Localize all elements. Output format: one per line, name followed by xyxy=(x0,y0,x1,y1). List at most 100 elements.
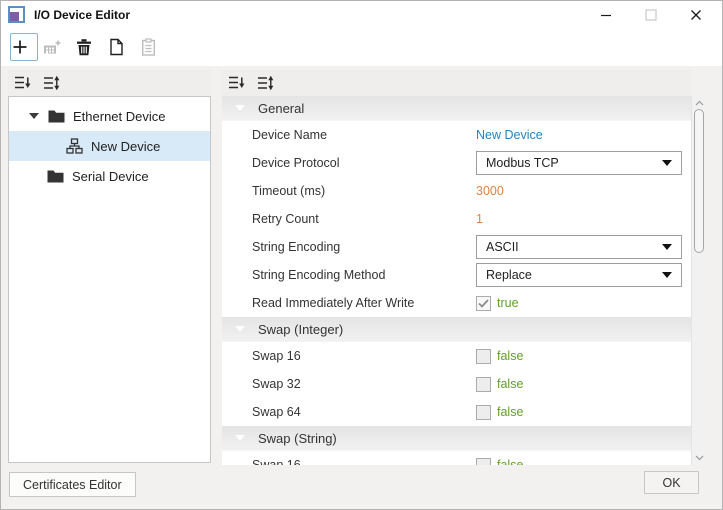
collapse-all-icon xyxy=(228,76,245,90)
property-row: Swap 16 false xyxy=(222,342,691,370)
dropdown-value: ASCII xyxy=(486,240,519,254)
section-title: Swap (Integer) xyxy=(258,321,344,337)
scroll-down-icon[interactable] xyxy=(692,451,707,465)
property-row: Timeout (ms) 3000 xyxy=(222,177,691,205)
paste-icon xyxy=(141,38,156,56)
expand-all-icon xyxy=(257,75,274,91)
collapse-all-icon xyxy=(14,76,31,90)
network-device-icon xyxy=(66,138,83,154)
tree-item-serial-device[interactable]: Serial Device xyxy=(9,161,210,191)
section-header-swap-string-[interactable]: Swap (String) xyxy=(222,426,691,451)
checkbox-value-label: false xyxy=(497,377,524,391)
section-header-general[interactable]: General xyxy=(222,96,691,121)
minimize-icon xyxy=(600,9,612,21)
plus-icon xyxy=(11,38,29,56)
tree-item-label: New Device xyxy=(91,138,161,154)
section-collapse-icon xyxy=(235,105,245,111)
chevron-down-icon xyxy=(662,160,672,166)
property-dropdown[interactable]: ASCII xyxy=(476,235,682,259)
expander-down-icon[interactable] xyxy=(29,113,39,119)
property-label: Timeout (ms) xyxy=(252,184,326,198)
property-row: Retry Count 1 xyxy=(222,205,691,233)
tree-item-label: Serial Device xyxy=(72,168,149,184)
ok-button[interactable]: OK xyxy=(644,471,699,494)
titlebar: I/O Device Editor xyxy=(1,1,722,28)
io-device-editor-window: I/O Device Editor Ethernet Device New Dev… xyxy=(0,0,723,510)
section-title: Swap (String) xyxy=(258,430,337,446)
certificates-editor-button[interactable]: Certificates Editor xyxy=(9,472,136,497)
property-label: Device Name xyxy=(252,128,328,142)
window-title: I/O Device Editor xyxy=(34,7,131,22)
property-label: Retry Count xyxy=(252,212,319,226)
delete-button[interactable] xyxy=(74,33,102,61)
property-checkbox[interactable] xyxy=(476,457,491,465)
checkbox-value-label: true xyxy=(497,296,519,310)
property-row: Swap 16 false xyxy=(222,451,691,465)
property-row: Read Immediately After Write true xyxy=(222,289,691,317)
maximize-button xyxy=(632,1,677,28)
property-row: String Encoding Method Replace xyxy=(222,261,691,289)
close-icon xyxy=(690,9,702,21)
chevron-down-icon xyxy=(662,244,672,250)
property-row: String Encoding ASCII xyxy=(222,233,691,261)
minimize-button[interactable] xyxy=(587,1,632,28)
property-value[interactable]: 3000 xyxy=(476,184,504,198)
scroll-up-icon[interactable] xyxy=(692,96,707,110)
tree-item-label: Ethernet Device xyxy=(73,108,166,124)
folder-icon xyxy=(48,110,65,123)
collapse-all-button[interactable] xyxy=(14,73,36,93)
property-checkbox[interactable] xyxy=(476,404,491,420)
property-checkbox[interactable] xyxy=(476,348,491,364)
property-grid: General Device Name New Device Device Proto… xyxy=(222,96,691,465)
property-label: String Encoding xyxy=(252,240,341,254)
scrollbar-thumb[interactable] xyxy=(694,109,704,253)
property-panel-toolbar xyxy=(222,70,691,96)
window-controls xyxy=(587,1,722,28)
property-value[interactable]: New Device xyxy=(476,128,543,142)
collapse-all-button[interactable] xyxy=(228,73,250,93)
property-label: String Encoding Method xyxy=(252,268,386,282)
tree-item-ethernet-device[interactable]: Ethernet Device xyxy=(9,101,210,131)
checkbox-value-label: false xyxy=(497,405,524,419)
dropdown-value: Replace xyxy=(486,268,532,282)
trash-icon xyxy=(76,38,92,56)
vertical-scrollbar[interactable] xyxy=(691,96,706,465)
app-icon xyxy=(8,6,25,23)
paste-button xyxy=(138,33,166,61)
property-label: Swap 32 xyxy=(252,377,301,391)
copy-icon xyxy=(108,38,124,56)
close-button[interactable] xyxy=(677,1,722,28)
expand-all-button[interactable] xyxy=(257,73,279,93)
section-collapse-icon xyxy=(235,435,245,441)
property-label: Swap 16 xyxy=(252,349,301,363)
expand-all-icon xyxy=(43,75,60,91)
add-device-group-button xyxy=(42,33,70,61)
section-title: General xyxy=(258,100,305,116)
section-header-swap-integer-[interactable]: Swap (Integer) xyxy=(222,317,691,342)
property-label: Swap 16 xyxy=(252,458,301,465)
property-row: Swap 64 false xyxy=(222,398,691,426)
expand-all-button[interactable] xyxy=(43,73,65,93)
copy-button[interactable] xyxy=(106,33,134,61)
tree-item-new-device[interactable]: New Device xyxy=(9,131,210,161)
tree-panel-toolbar xyxy=(8,70,211,96)
checkbox-value-label: false xyxy=(497,458,524,465)
property-label: Read Immediately After Write xyxy=(252,296,415,310)
device-plus-icon xyxy=(42,38,62,56)
footer: Certificates Editor OK xyxy=(1,465,722,509)
chevron-down-icon xyxy=(662,272,672,278)
folder-icon xyxy=(47,170,64,183)
property-label: Device Protocol xyxy=(252,156,340,170)
property-row: Device Protocol Modbus TCP xyxy=(222,149,691,177)
property-checkbox[interactable] xyxy=(476,295,491,311)
property-checkbox[interactable] xyxy=(476,376,491,392)
device-tree: Ethernet Device New Device Serial Device xyxy=(8,96,211,463)
property-label: Swap 64 xyxy=(252,405,301,419)
property-row: Swap 32 false xyxy=(222,370,691,398)
maximize-icon xyxy=(644,8,657,21)
property-dropdown[interactable]: Modbus TCP xyxy=(476,151,682,175)
property-value[interactable]: 1 xyxy=(476,212,483,226)
property-dropdown[interactable]: Replace xyxy=(476,263,682,287)
add-device-button[interactable] xyxy=(10,33,38,61)
main-toolbar xyxy=(1,28,722,66)
